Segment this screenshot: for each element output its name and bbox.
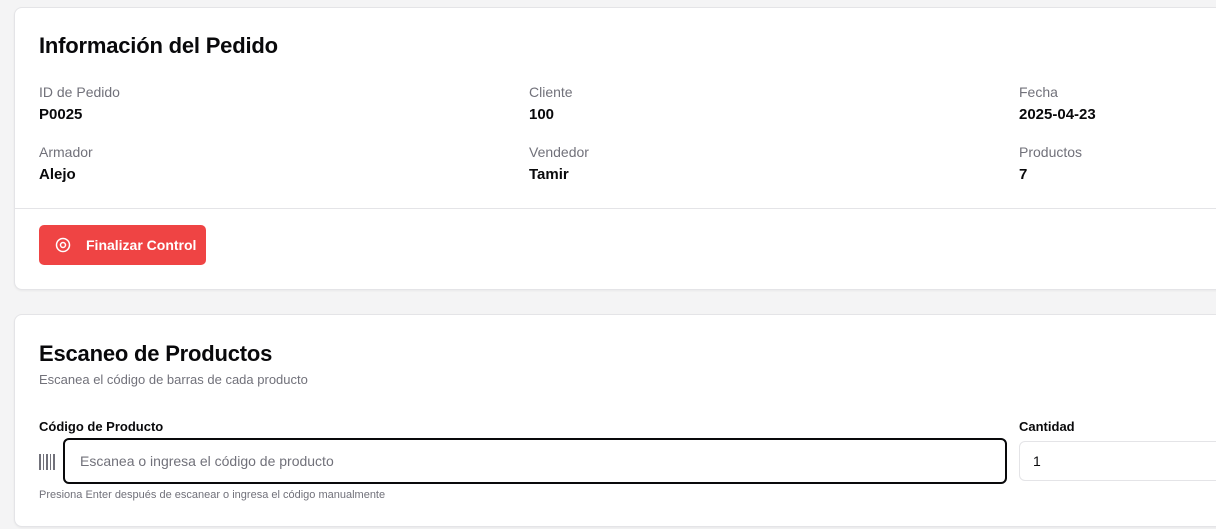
card-divider [15, 208, 1216, 209]
product-scan-card: Escaneo de Productos Escanea el código d… [14, 314, 1216, 527]
order-info-title: Información del Pedido [39, 33, 278, 58]
stop-circle-icon [55, 237, 71, 253]
order-id-value: P0025 [39, 106, 83, 123]
assembler-label: Armador [39, 144, 93, 160]
scan-hint: Presiona Enter después de escanear o ing… [39, 489, 386, 501]
client-value: 100 [529, 106, 555, 123]
quantity-input[interactable] [1019, 441, 1216, 481]
products-field: Productos 7 [1019, 143, 1082, 184]
products-value: 7 [1019, 166, 1028, 183]
client-label: Cliente [529, 84, 573, 100]
seller-value: Tamir [529, 166, 569, 183]
date-field: Fecha 2025-04-23 [1019, 83, 1096, 124]
product-code-label: Código de Producto [39, 419, 164, 434]
order-id-label: ID de Pedido [39, 84, 120, 100]
finish-control-button[interactable]: Finalizar Control [39, 225, 206, 265]
barcode-icon [39, 454, 59, 470]
order-info-card: Información del Pedido ID de Pedido P002… [14, 7, 1216, 290]
date-value: 2025-04-23 [1019, 106, 1096, 123]
order-id-field: ID de Pedido P0025 [39, 83, 120, 124]
product-code-input[interactable] [63, 438, 1007, 484]
seller-field: Vendedor Tamir [529, 143, 589, 184]
scan-subtitle: Escanea el código de barras de cada prod… [39, 372, 308, 387]
assembler-field: Armador Alejo [39, 143, 93, 184]
date-label: Fecha [1019, 84, 1058, 100]
quantity-label: Cantidad [1019, 419, 1075, 434]
client-field: Cliente 100 [529, 83, 573, 124]
scan-title: Escaneo de Productos [39, 341, 273, 366]
assembler-value: Alejo [39, 166, 76, 183]
products-label: Productos [1019, 144, 1083, 160]
finish-control-label: Finalizar Control [86, 237, 197, 253]
seller-label: Vendedor [529, 144, 589, 160]
